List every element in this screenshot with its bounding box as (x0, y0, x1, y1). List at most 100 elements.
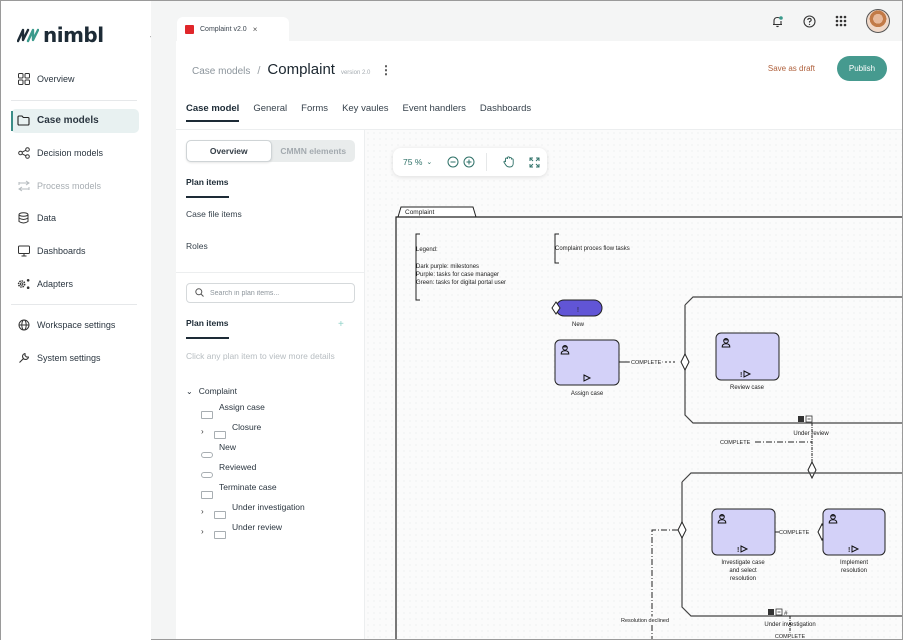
flow-annotation: Complaint proces flow tasks (554, 233, 630, 264)
breadcrumb-case-models[interactable]: Case models (192, 66, 250, 77)
more-options-icon[interactable]: ⋮ (380, 63, 392, 77)
sidebar-item-data[interactable]: Data (11, 206, 139, 230)
tree-item-under-review[interactable]: › Under review (186, 521, 361, 541)
zoom-level-dropdown[interactable]: 75 % ⌄ (403, 157, 432, 167)
tree-item-label: Closure (232, 422, 262, 432)
canvas-toolbar: 75 % ⌄ (393, 148, 547, 176)
logo[interactable]: nimbl (17, 23, 104, 47)
segment-overview[interactable]: Overview (186, 140, 272, 162)
plan-items-hint: Click any plan item to view more details (186, 351, 335, 361)
connector-complete-1[interactable]: COMPLETE (619, 359, 677, 368)
tab-general[interactable]: General (253, 103, 293, 122)
subnav-plan-items[interactable]: Plan items (186, 177, 242, 209)
search-input[interactable] (210, 289, 340, 297)
process-icon (17, 179, 30, 192)
task-implement-resolution[interactable]: ! Implement resolution (822, 508, 886, 574)
grid-icon (17, 73, 30, 86)
task-investigate-case[interactable]: ! Investigate case and select resolution (711, 508, 776, 582)
diagram-canvas[interactable]: Complaint Legend: Dark purple: milestone… (365, 130, 902, 639)
task-icon (201, 411, 213, 419)
tab-key-values[interactable]: Key vaules (342, 103, 394, 122)
case-plan-label: Complaint (405, 209, 434, 216)
close-icon[interactable]: × (253, 25, 258, 34)
chevron-right-icon[interactable]: › (201, 507, 211, 516)
svg-text:!: ! (737, 547, 739, 554)
zoom-out-icon[interactable] (446, 155, 460, 169)
tab-dashboards[interactable]: Dashboards (480, 103, 537, 122)
tree-item-label: Terminate case (219, 482, 277, 492)
tree-item-reviewed[interactable]: Reviewed (186, 461, 361, 481)
add-plan-item-button[interactable]: + (338, 319, 344, 330)
sidebar-item-dashboards[interactable]: Dashboards (11, 239, 139, 263)
task-review-case[interactable]: ! Review case (715, 332, 780, 391)
chevron-down-icon: ⌄ (426, 159, 433, 166)
save-as-draft-button[interactable]: Save as draft (768, 64, 815, 73)
version-label: version 2.0 (340, 70, 371, 76)
nimbl-logo-icon (17, 28, 39, 43)
tree-root[interactable]: ⌄ Complaint (186, 381, 361, 401)
sidebar-item-workspace-settings[interactable]: Workspace settings (11, 313, 139, 337)
milestone-icon (201, 472, 213, 478)
task-assign-case[interactable]: Assign case (554, 339, 620, 397)
plan-items-search[interactable] (186, 283, 355, 303)
sidebar-item-label: Adapters (37, 278, 74, 289)
gear-nodes-icon (17, 277, 30, 290)
tab-case-model[interactable]: Case model (186, 103, 245, 122)
task-label: and select (729, 568, 757, 574)
sidebar-item-case-models[interactable]: Case models (11, 108, 139, 133)
subnav-roles[interactable]: Roles (186, 241, 242, 273)
connector-resolution-declined[interactable]: Resolution declined (620, 529, 678, 639)
chevron-right-icon[interactable]: › (201, 527, 211, 536)
plan-items-tree: ⌄ Complaint Assign case › Closure New Re… (186, 381, 361, 541)
subnav-label: Plan items (186, 177, 229, 198)
overview-sub-nav: Plan items Case file items Roles (186, 177, 242, 273)
breadcrumb: Case models / Complaint version 2.0 (192, 61, 370, 78)
divider (176, 272, 364, 273)
tree-item-terminate-case[interactable]: Terminate case (186, 481, 361, 501)
help-icon[interactable] (802, 14, 816, 28)
tree-root-label: Complaint (198, 386, 237, 396)
sidebar-item-decision-models[interactable]: Decision models (11, 141, 139, 165)
svg-text:!: ! (740, 372, 742, 379)
document-tab[interactable]: Complaint v2.0 × (177, 17, 289, 41)
sidebar-item-adapters[interactable]: Adapters (11, 272, 139, 296)
tree-item-label: Under review (232, 522, 283, 532)
fit-screen-icon[interactable] (527, 155, 541, 169)
connector-complete-3[interactable]: COMPLETE (775, 522, 827, 542)
sidebar-nav: Overview Case models Decision models Pro… (11, 67, 139, 378)
user-avatar[interactable] (866, 9, 890, 33)
legend-title: Legend: (416, 247, 438, 253)
pan-hand-icon[interactable] (501, 155, 515, 169)
sidebar-item-label: Workspace settings (37, 320, 116, 331)
milestone-icon (201, 452, 213, 458)
tab-event-handlers[interactable]: Event handlers (403, 103, 472, 122)
tab-forms[interactable]: Forms (301, 103, 334, 122)
apps-grid-icon[interactable] (834, 14, 848, 28)
tree-item-label: Reviewed (219, 462, 257, 472)
publish-button[interactable]: Publish (837, 56, 887, 81)
tree-item-under-investigation[interactable]: › Under investigation (186, 501, 361, 521)
bell-icon[interactable] (770, 14, 784, 28)
chevron-down-icon[interactable]: ⌄ (186, 387, 193, 396)
tree-item-new[interactable]: New (186, 441, 361, 461)
zoom-in-icon[interactable] (462, 155, 476, 169)
sidebar-item-label: Dashboards (37, 245, 86, 256)
connector-label: Resolution declined (621, 618, 669, 624)
tree-item-assign-case[interactable]: Assign case (186, 401, 361, 421)
milestone-new[interactable]: ! New (551, 299, 603, 328)
sidebar-item-system-settings[interactable]: System settings (11, 346, 139, 370)
segment-cmmn-elements[interactable]: CMMN elements (272, 140, 356, 162)
subnav-case-file-items[interactable]: Case file items (186, 209, 242, 241)
sidebar-item-process-models[interactable]: Process models (11, 174, 139, 198)
divider (11, 99, 137, 101)
legend-line: Green: tasks for digital portal user (416, 280, 506, 286)
stage-label: Under review (793, 431, 829, 437)
sidebar-item-overview[interactable]: Overview (11, 67, 139, 91)
stage-under-review[interactable]: Under review (680, 296, 902, 437)
tree-item-closure[interactable]: › Closure (186, 421, 361, 441)
milestone-label: New (572, 322, 585, 328)
brand-name: nimbl (43, 23, 104, 47)
chevron-right-icon[interactable]: › (201, 427, 211, 436)
stage-icon (214, 511, 226, 519)
task-icon (201, 491, 213, 499)
